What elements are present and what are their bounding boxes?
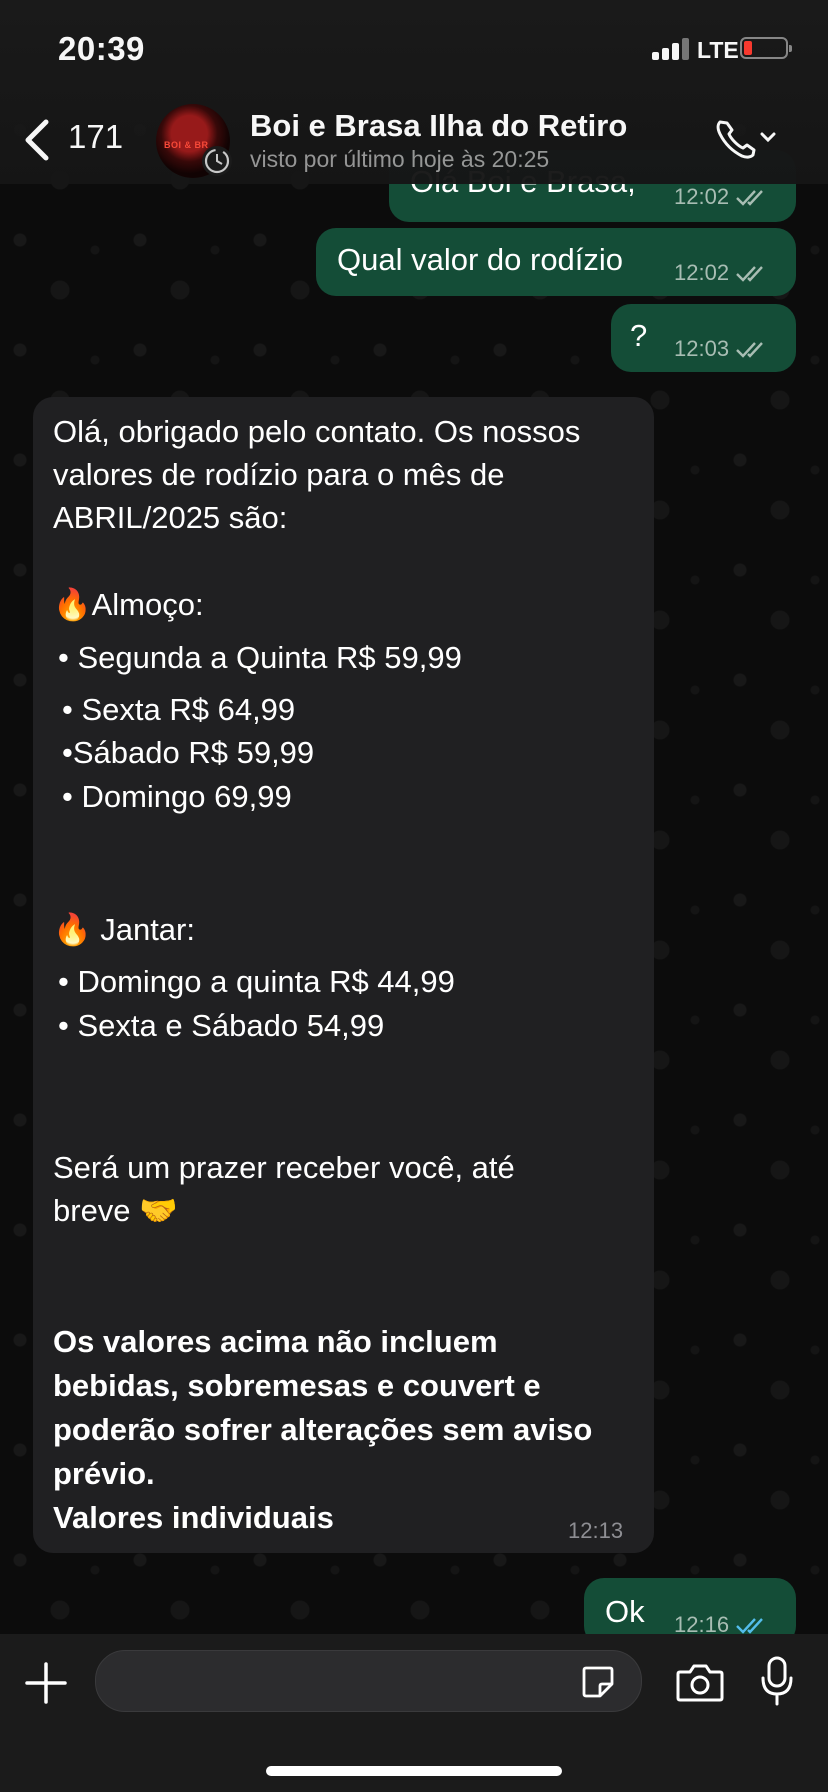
message-line: 🔥Almoço: xyxy=(53,587,204,622)
sticker-icon[interactable] xyxy=(580,1664,616,1700)
message-time: 12:02 xyxy=(674,260,769,286)
message-line: • Sexta e Sábado 54,99 xyxy=(58,1008,385,1043)
message-line: • Sexta R$ 64,99 xyxy=(62,692,296,727)
message-line: Valores individuais xyxy=(53,1500,334,1535)
message-line: • Segunda a Quinta R$ 59,99 xyxy=(58,640,462,675)
message-line: • Domingo a quinta R$ 44,99 xyxy=(58,964,455,999)
camera-icon[interactable] xyxy=(676,1662,724,1702)
message-time: 12:13 xyxy=(568,1518,624,1543)
message-line: •Sábado R$ 59,99 xyxy=(62,735,315,770)
header-bar: 20:39 LTE 171 BOI & BR Boi e Brasa Ilha … xyxy=(0,0,828,184)
plus-icon[interactable] xyxy=(25,1662,67,1704)
message-line: 🔥 Jantar: xyxy=(53,912,195,947)
contact-name[interactable]: Boi e Brasa Ilha do Retiro xyxy=(250,108,627,144)
avatar-logo-text: BOI & BR xyxy=(164,140,209,150)
message-text: Qual valor do rodízio xyxy=(337,242,624,277)
message-time: 12:02 xyxy=(674,184,769,210)
message-line: Será um prazer receber você, até xyxy=(53,1150,515,1185)
home-indicator xyxy=(266,1766,562,1776)
message-line: breve 🤝 xyxy=(53,1193,178,1228)
double-check-read-icon xyxy=(736,1618,763,1634)
microphone-icon[interactable] xyxy=(760,1656,794,1706)
message-text: Ok xyxy=(605,1594,645,1629)
message-line: Olá, obrigado pelo contato. Os nossos xyxy=(53,414,581,449)
phone-icon[interactable] xyxy=(712,114,776,164)
status-time: 20:39 xyxy=(58,30,145,67)
double-check-icon xyxy=(736,342,763,358)
message-time: 12:03 xyxy=(674,336,769,362)
message-line: valores de rodízio para o mês de xyxy=(53,457,505,492)
message-line: poderão sofrer alterações sem aviso xyxy=(53,1412,593,1447)
double-check-icon xyxy=(736,266,763,282)
message-line: ABRIL/2025 são: xyxy=(53,500,288,535)
last-seen-status: visto por último hoje às 20:25 xyxy=(250,146,550,172)
message-line: Os valores acima não incluem xyxy=(53,1324,498,1359)
network-label: LTE xyxy=(697,37,739,63)
signal-icon xyxy=(652,36,690,60)
battery-icon xyxy=(740,37,792,59)
message-input[interactable] xyxy=(95,1650,642,1712)
back-chevron-icon[interactable] xyxy=(22,118,52,162)
message-line: prévio. xyxy=(53,1456,155,1491)
double-check-icon xyxy=(736,190,763,206)
message-line: • Domingo 69,99 xyxy=(62,779,292,814)
message-text: ? xyxy=(630,318,648,353)
message-line: bebidas, sobremesas e couvert e xyxy=(53,1368,541,1403)
disappearing-timer-icon xyxy=(202,146,232,176)
unread-count[interactable]: 171 xyxy=(68,118,123,156)
